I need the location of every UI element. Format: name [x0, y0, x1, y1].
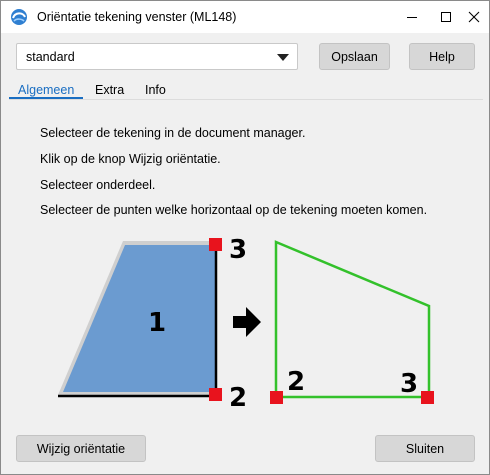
source-point-top	[209, 238, 222, 251]
maximize-icon	[441, 12, 451, 22]
tab-extra[interactable]: Extra	[95, 83, 124, 97]
title-bar[interactable]: Oriëntatie tekening venster (ML148)	[1, 1, 489, 33]
save-button[interactable]: Opslaan	[319, 43, 390, 70]
result-point-left	[270, 391, 283, 404]
app-logo-icon	[11, 9, 27, 25]
minimize-icon	[407, 17, 417, 18]
source-point-bottom	[209, 388, 222, 401]
close-window-button[interactable]	[457, 1, 490, 33]
close-button[interactable]: Sluiten	[375, 435, 475, 462]
minimize-button[interactable]	[395, 1, 429, 33]
dialog-window: Oriëntatie tekening venster (ML148) stan…	[0, 0, 490, 475]
result-point-right	[421, 391, 434, 404]
source-point-bottom-label: 2	[229, 383, 247, 413]
tab-info[interactable]: Info	[145, 83, 166, 97]
chevron-down-icon[interactable]	[277, 54, 289, 61]
result-point-right-label: 3	[400, 369, 418, 399]
help-button[interactable]: Help	[409, 43, 475, 70]
tab-algemeen[interactable]: Algemeen	[18, 83, 74, 97]
result-point-left-label: 2	[287, 367, 305, 397]
source-part-shape	[63, 245, 216, 392]
tab-panel-algemeen: Selecteer de tekening in de document man…	[9, 99, 483, 423]
preset-select-value: standard	[26, 50, 75, 64]
change-orientation-button[interactable]: Wijzig oriëntatie	[16, 435, 146, 462]
close-icon	[468, 11, 480, 23]
orientation-diagram: 1 3 2 2 3	[58, 235, 434, 413]
window-title: Oriëntatie tekening venster (ML148)	[37, 10, 237, 24]
part-number-label: 1	[148, 308, 166, 338]
arrow-right-icon	[233, 307, 261, 337]
source-point-top-label: 3	[229, 235, 247, 265]
preset-select[interactable]: standard	[16, 43, 298, 70]
